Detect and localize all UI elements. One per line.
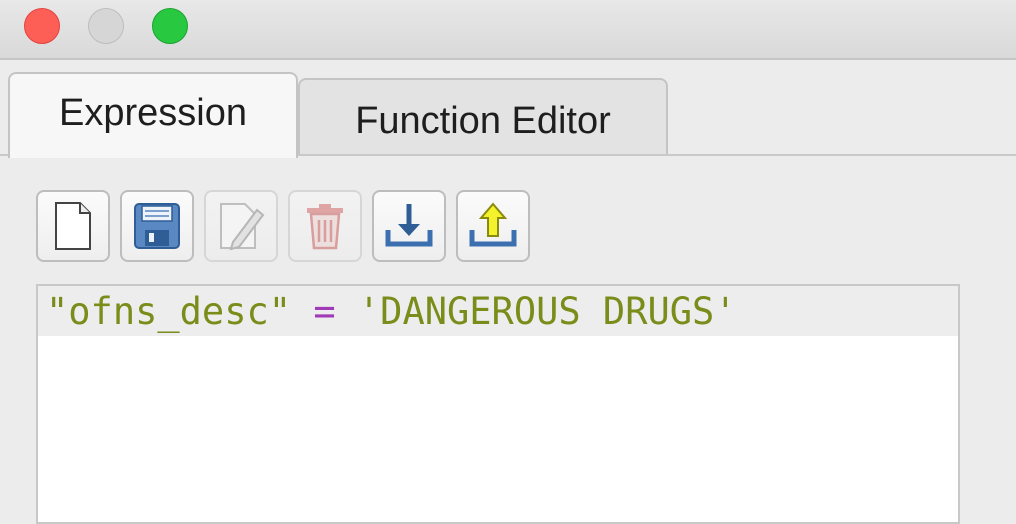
save-expression-button[interactable] [120, 190, 194, 262]
expression-value-token: 'DANGEROUS DRUGS' [357, 290, 737, 333]
expression-code-line: "ofns_desc" = 'DANGEROUS DRUGS' [46, 290, 737, 334]
edit-icon [220, 203, 265, 251]
expression-editor[interactable]: "ofns_desc" = 'DANGEROUS DRUGS' [36, 284, 960, 524]
export-expressions-button[interactable] [456, 190, 530, 262]
delete-expression-button[interactable] [288, 190, 362, 262]
expression-field-token: "ofns_desc" [46, 290, 292, 333]
tab-function-editor[interactable]: Function Editor [298, 78, 668, 154]
expression-operator-token: = [313, 290, 336, 333]
zoom-window-button[interactable] [152, 8, 188, 44]
save-icon [134, 203, 180, 249]
tab-expression-label: Expression [59, 91, 247, 134]
new-file-icon [55, 202, 91, 250]
export-icon [469, 202, 517, 247]
tab-function-editor-label: Function Editor [355, 99, 611, 142]
close-window-button[interactable] [24, 8, 60, 44]
edit-expression-button[interactable] [204, 190, 278, 262]
delete-icon [307, 204, 343, 250]
minimize-window-button[interactable] [88, 8, 124, 44]
window-titlebar [0, 0, 1016, 60]
import-icon [385, 204, 433, 247]
tab-expression[interactable]: Expression [8, 72, 298, 158]
new-expression-button[interactable] [36, 190, 110, 262]
import-expressions-button[interactable] [372, 190, 446, 262]
